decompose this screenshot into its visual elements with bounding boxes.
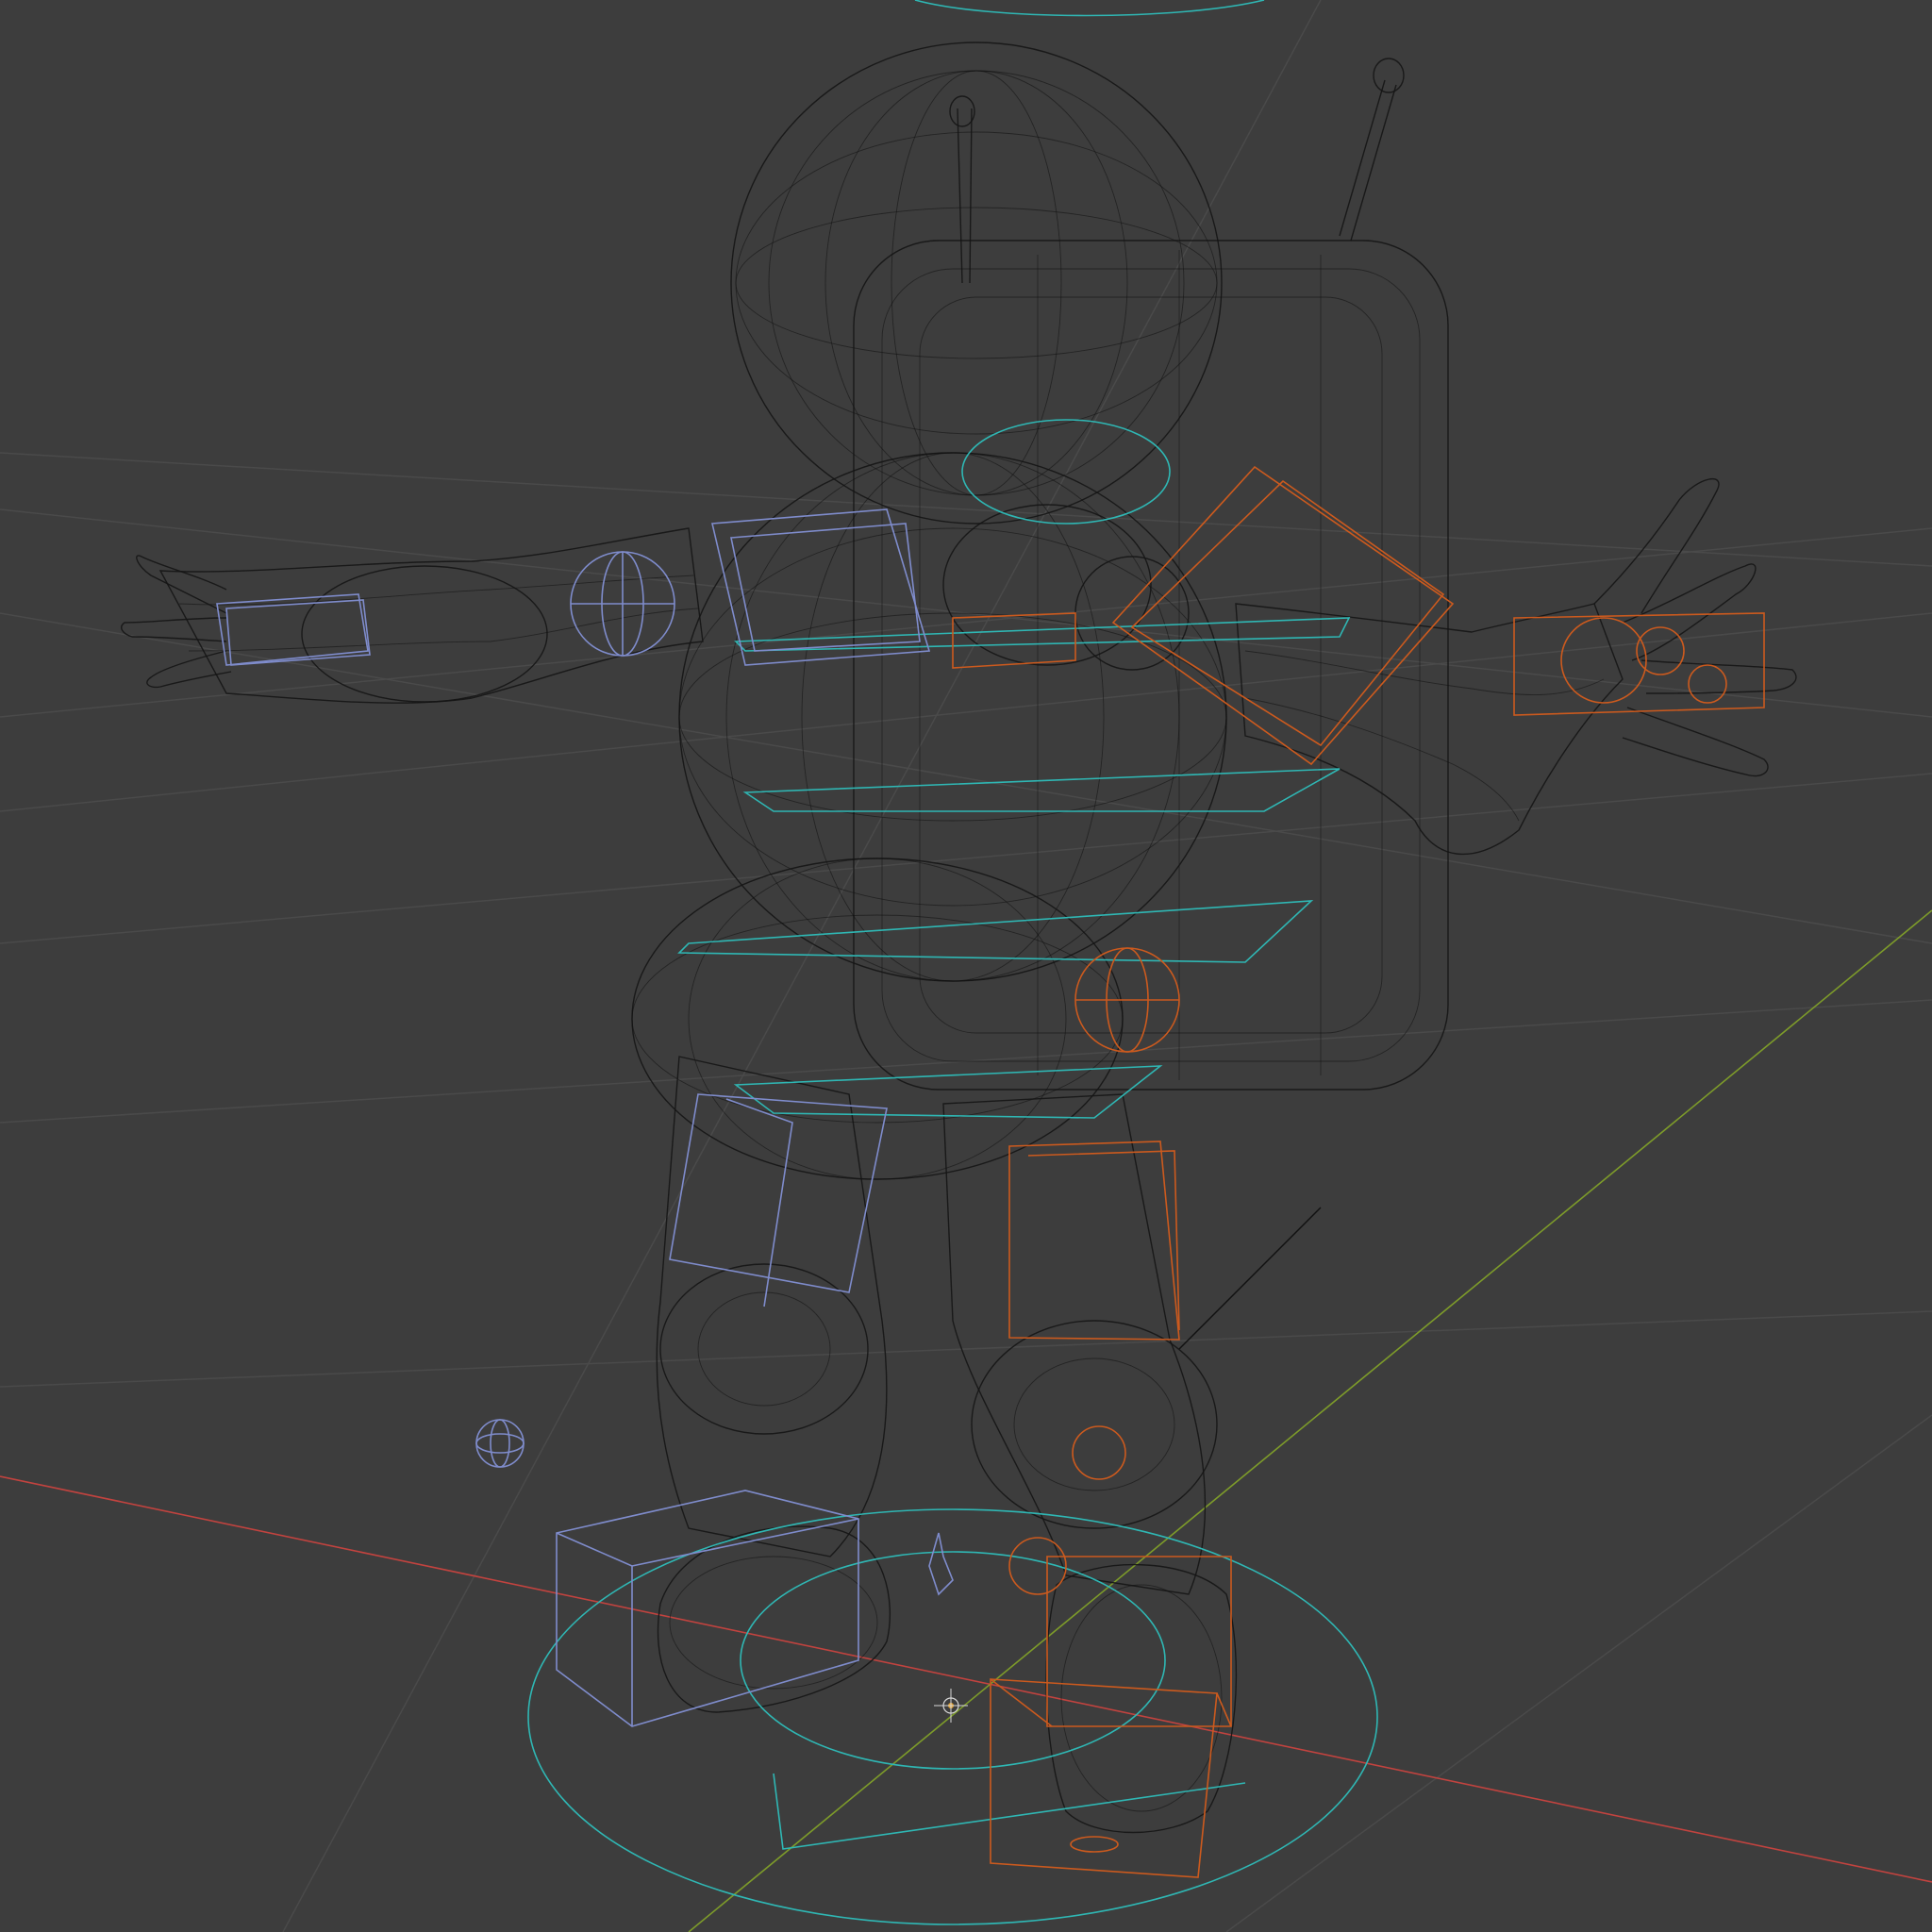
floor-grid	[0, 0, 1932, 1932]
x-axis-line	[0, 1475, 1932, 1883]
light-direction-line	[1178, 1207, 1322, 1350]
center-rig-controls[interactable]	[527, 0, 1378, 1925]
3d-cursor-icon[interactable]	[934, 1689, 968, 1723]
right-rig-controls[interactable]	[952, 465, 1765, 1878]
astronaut-mesh[interactable]	[121, 42, 1797, 1834]
y-axis-line	[688, 909, 1932, 1932]
3d-viewport[interactable]	[0, 0, 1932, 1932]
